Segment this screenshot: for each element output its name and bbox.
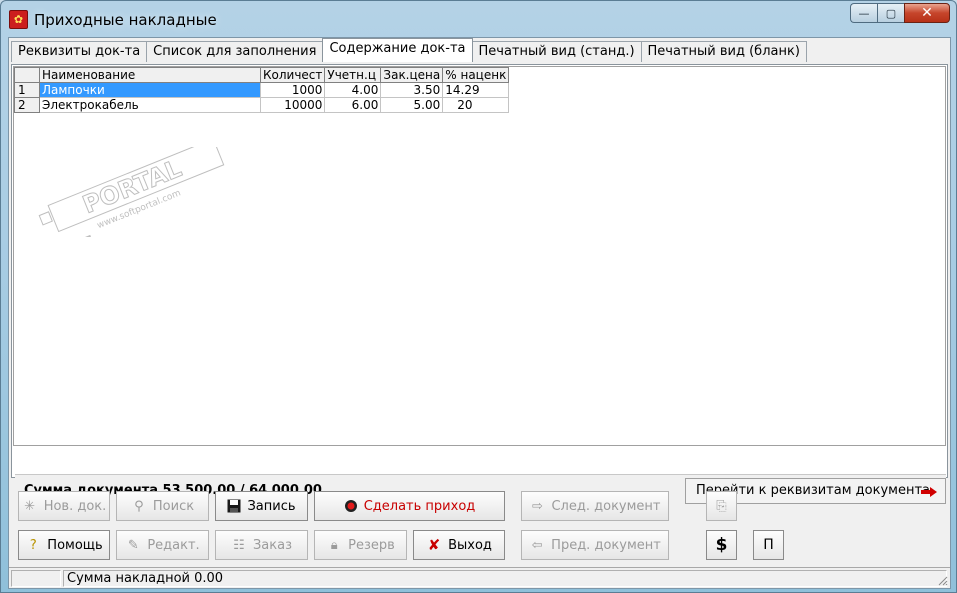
new-document-button[interactable]: ✳ Нов. док. <box>18 491 110 521</box>
maximize-button[interactable]: ▢ <box>877 3 904 23</box>
search-button[interactable]: ⚲ Поиск <box>116 491 209 521</box>
tab-requisites[interactable]: Реквизиты док-та <box>11 41 148 62</box>
cell-acc-price[interactable]: 6.00 <box>324 97 382 113</box>
new-document-label: Нов. док. <box>43 498 107 514</box>
make-receipt-button[interactable]: Сделать приход <box>314 491 505 521</box>
cell-markup[interactable]: 14.29 <box>442 82 510 98</box>
new-document-icon: ✳ <box>24 498 36 514</box>
close-x-icon: ✘ <box>427 536 441 554</box>
close-button[interactable]: ✕ <box>904 3 950 23</box>
app-icon: ✿ <box>9 10 28 29</box>
order-button[interactable]: ☷ Заказ <box>215 530 308 560</box>
dollar-label: $ <box>715 535 728 555</box>
previous-document-button[interactable]: ⇦ Пред. документ <box>521 530 669 560</box>
arrow-right-icon <box>921 487 937 497</box>
exit-button[interactable]: ✘ Выход <box>413 530 505 560</box>
arrow-return-left-icon: ⇦ <box>531 537 543 553</box>
document-copy-button[interactable]: ⎘ <box>706 491 737 521</box>
cell-buy-price[interactable]: 3.50 <box>380 82 444 98</box>
client-area: Реквизиты док-та Список для заполнения С… <box>8 37 951 589</box>
tab-panel-content: Наименование Количест Учетн.ц Зак.цена %… <box>11 64 948 504</box>
items-table: Наименование Количест Учетн.ц Зак.цена %… <box>14 67 510 113</box>
p-button[interactable]: П <box>753 530 784 560</box>
dollar-button[interactable]: $ <box>706 530 737 560</box>
column-header[interactable]: Учетн.ц <box>324 67 382 83</box>
tab-content[interactable]: Содержание док-та <box>322 38 473 62</box>
window-title: Приходные накладные <box>34 11 217 29</box>
binoculars-icon: ⚲ <box>134 498 144 514</box>
help-label: Помощь <box>47 537 103 553</box>
document-copy-icon: ⎘ <box>716 498 727 514</box>
p-label: П <box>763 537 774 553</box>
cell-qty[interactable]: 1000 <box>259 82 326 98</box>
status-bar: Сумма накладной 0.00 <box>9 567 950 588</box>
cell-acc-price[interactable]: 4.00 <box>324 82 382 98</box>
previous-document-label: Пред. документ <box>551 537 661 553</box>
save-button[interactable]: Запись <box>215 491 308 521</box>
table-row[interactable]: 2 Электрокабель 10000 6.00 5.00 20 <box>14 97 510 113</box>
column-header[interactable]: Количест <box>259 67 326 83</box>
tab-print-blank[interactable]: Печатный вид (бланк) <box>640 41 807 62</box>
tab-fill-list[interactable]: Список для заполнения <box>146 41 324 62</box>
arrow-right-outline-icon: ⇨ <box>532 498 543 514</box>
reserve-button[interactable]: 🔒︎ Резерв <box>314 530 407 560</box>
question-mark-icon: ? <box>29 537 37 553</box>
exit-label: Выход <box>448 537 492 553</box>
edit-document-icon: ✎ <box>127 537 139 553</box>
lock-icon: 🔒︎ <box>330 537 338 553</box>
resize-grip-icon[interactable] <box>936 574 948 586</box>
app-window: ✿ Приходные накладные — ▢ ✕ Реквизиты до… <box>0 0 957 593</box>
order-icon: ☷ <box>233 537 245 553</box>
edit-button[interactable]: ✎ Редакт. <box>116 530 209 560</box>
next-document-label: След. документ <box>551 498 661 514</box>
column-header[interactable]: % наценк <box>442 67 510 83</box>
column-header[interactable]: Наименование <box>39 67 261 83</box>
column-header[interactable]: Зак.цена <box>380 67 444 83</box>
table-row[interactable]: 1 Лампочки 1000 4.00 3.50 14.29 <box>14 82 510 98</box>
edit-label: Редакт. <box>147 537 200 553</box>
corner-cell <box>14 67 40 83</box>
record-icon <box>344 500 357 512</box>
order-label: Заказ <box>252 537 293 553</box>
cell-name[interactable]: Лампочки <box>39 82 261 98</box>
cell-qty[interactable]: 10000 <box>259 97 326 113</box>
cell-markup[interactable]: 20 <box>442 97 510 113</box>
title-bar[interactable]: ✿ Приходные накладные — ▢ ✕ <box>1 1 956 37</box>
reserve-label: Резерв <box>348 537 395 553</box>
document-grid[interactable]: Наименование Количест Учетн.ц Зак.цена %… <box>13 66 946 446</box>
help-button[interactable]: ? Помощь <box>18 530 110 560</box>
tab-print-standard[interactable]: Печатный вид (станд.) <box>471 41 642 62</box>
window-controls: — ▢ ✕ <box>850 3 950 23</box>
cell-buy-price[interactable]: 5.00 <box>380 97 444 113</box>
row-number[interactable]: 1 <box>14 82 40 98</box>
tab-strip: Реквизиты док-та Список для заполнения С… <box>11 38 807 62</box>
cell-name[interactable]: Электрокабель <box>39 97 261 113</box>
floppy-disk-icon <box>227 499 241 513</box>
status-panel-left <box>11 570 61 587</box>
status-invoice-sum: Сумма накладной 0.00 <box>63 570 947 587</box>
make-receipt-label: Сделать приход <box>363 498 476 514</box>
minimize-button[interactable]: — <box>850 3 877 23</box>
next-document-button[interactable]: ⇨ След. документ <box>521 491 669 521</box>
table-header-row: Наименование Количест Учетн.ц Зак.цена %… <box>14 67 510 83</box>
search-label: Поиск <box>152 498 195 514</box>
save-label: Запись <box>247 498 296 514</box>
row-number[interactable]: 2 <box>14 97 40 113</box>
